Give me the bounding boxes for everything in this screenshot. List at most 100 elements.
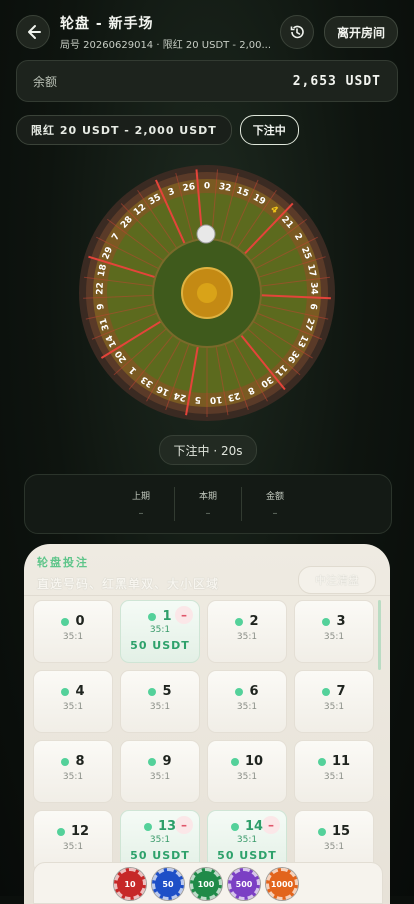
cell-number-row: 9 xyxy=(121,754,199,769)
bet-cell-11[interactable]: 11 35:1 xyxy=(294,740,374,803)
bet-cell-3[interactable]: 3 35:1 xyxy=(294,600,374,663)
history-button[interactable] xyxy=(279,15,314,49)
cell-bet-amount: 50 USDT xyxy=(217,849,277,862)
limit-row: 限红 20 USDT - 2,000 USDT 下注中 xyxy=(16,115,299,145)
cell-number: 0 xyxy=(75,614,85,629)
page-title: 轮盘 - 新手场 xyxy=(60,16,154,32)
cell-number: 8 xyxy=(75,754,85,769)
bet-cell-8[interactable]: 8 35:1 xyxy=(33,740,113,803)
cell-number: 6 xyxy=(249,684,259,699)
scrollbar[interactable] xyxy=(378,600,381,670)
cell-bet-amount: 50 USDT xyxy=(130,849,190,862)
cell-number: 4 xyxy=(75,684,85,699)
cell-dot-icon xyxy=(148,757,157,766)
stat-value: – xyxy=(205,508,211,519)
cell-dot-icon xyxy=(230,822,239,831)
balance-bar: 余额 2,653 USDT xyxy=(16,60,398,102)
cell-number: 2 xyxy=(249,614,259,629)
cell-odds: 35:1 xyxy=(62,842,84,852)
countdown-pill: 下注中 · 20s xyxy=(159,435,257,465)
cell-dot-icon xyxy=(61,617,70,626)
chip-10[interactable]: 10 xyxy=(114,868,146,900)
balance-label: 余额 xyxy=(33,74,58,89)
cell-number-row: 7 xyxy=(295,684,373,699)
bet-cell-0[interactable]: 0 35:1 xyxy=(33,600,113,663)
cell-number-row: 4 xyxy=(34,684,112,699)
bet-limit-badge: 限红 20 USDT - 2,000 USDT xyxy=(16,115,232,145)
cell-dot-icon xyxy=(317,827,326,836)
bet-panel-title: 轮盘投注 xyxy=(37,556,89,569)
roulette-ball xyxy=(196,224,216,244)
cell-number-row: 15 xyxy=(295,824,373,839)
bet-cell-7[interactable]: 7 35:1 xyxy=(294,670,374,733)
bet-panel-subtitle: 直选号码、红黑单双、大小区域 xyxy=(37,577,220,591)
cell-odds: 35:1 xyxy=(149,702,171,712)
cell-dot-icon xyxy=(235,617,244,626)
cell-dot-icon xyxy=(61,757,70,766)
wheel-number: 34 xyxy=(308,282,319,295)
wheel-number: 9 xyxy=(96,303,107,310)
cell-dot-icon xyxy=(230,757,239,766)
leave-room-button[interactable]: 离开房间 xyxy=(323,16,398,48)
cell-odds: 35:1 xyxy=(323,772,345,782)
cell-number-row: 11 xyxy=(295,754,373,769)
remove-bet-button[interactable]: – xyxy=(262,816,280,834)
bet-cell-9[interactable]: 9 35:1 xyxy=(120,740,200,803)
cell-odds: 35:1 xyxy=(62,772,84,782)
cell-number: 13 xyxy=(157,819,177,834)
wheel-number: 26 xyxy=(182,182,196,194)
stat-previous: 上期 – xyxy=(108,489,174,519)
cell-number: 5 xyxy=(162,684,172,699)
round-info: 局号 20260629014 · 限红 20 USDT - 2,00... xyxy=(60,40,272,51)
cell-number-row: 5 xyxy=(121,684,199,699)
bet-cell-2[interactable]: 2 35:1 xyxy=(207,600,287,663)
cell-dot-icon xyxy=(148,687,157,696)
title-block: 轮盘 - 新手场 局号 20260629014 · 限红 20 USDT - 2… xyxy=(60,13,280,51)
remove-bet-button[interactable]: – xyxy=(175,606,193,624)
cell-number: 12 xyxy=(70,824,90,839)
stat-value: – xyxy=(272,508,278,519)
cell-dot-icon xyxy=(322,617,331,626)
cell-dot-icon xyxy=(56,827,65,836)
stat-label: 本期 xyxy=(198,492,217,502)
cell-odds: 35:1 xyxy=(236,772,258,782)
cell-number-row: 3 xyxy=(295,614,373,629)
chip-500[interactable]: 500 xyxy=(228,868,260,900)
chip-selector: 10 50 100 500 1000 xyxy=(114,868,304,900)
history-icon xyxy=(290,25,304,39)
cell-bet-amount: 50 USDT xyxy=(130,639,190,652)
wheel-number: 10 xyxy=(209,394,222,405)
header: 轮盘 - 新手场 局号 20260629014 · 限红 20 USDT - 2… xyxy=(16,12,398,52)
bet-cell-6[interactable]: 6 35:1 xyxy=(207,670,287,733)
clear-bets-button[interactable]: 中注清盘 xyxy=(298,566,376,594)
betting-status-button[interactable]: 下注中 xyxy=(239,115,299,145)
back-button[interactable] xyxy=(16,15,50,49)
cell-number-row: 10 xyxy=(208,754,286,769)
cell-number-row: 2 xyxy=(208,614,286,629)
cell-dot-icon xyxy=(317,757,326,766)
stat-current: 本期 – xyxy=(175,489,241,519)
divider xyxy=(24,595,390,596)
wheel-number: 5 xyxy=(194,394,201,404)
wheel-number: 6 xyxy=(307,303,318,310)
cell-odds: 35:1 xyxy=(62,632,84,642)
number-grid: 0 35:1 1 35:1 50 USDT –2 35:1 3 35:1 4 35:1 5 35:1 6 3… xyxy=(33,600,379,873)
bet-cell-10[interactable]: 10 35:1 xyxy=(207,740,287,803)
wheel-center-knob xyxy=(197,283,217,303)
round-stats: 上期 – 本期 – 金额 – xyxy=(24,474,392,534)
wheel-number: 22 xyxy=(95,282,106,295)
cell-dot-icon xyxy=(61,687,70,696)
remove-bet-button[interactable]: – xyxy=(175,816,193,834)
cell-dot-icon xyxy=(235,687,244,696)
cell-number-row: 6 xyxy=(208,684,286,699)
balance-value: 2,653 USDT xyxy=(292,73,381,89)
bet-cell-5[interactable]: 5 35:1 xyxy=(120,670,200,733)
cell-number: 1 xyxy=(162,609,172,624)
chip-1000[interactable]: 1000 xyxy=(266,868,298,900)
cell-odds: 35:1 xyxy=(236,835,258,845)
chip-50[interactable]: 50 xyxy=(152,868,184,900)
chip-100[interactable]: 100 xyxy=(190,868,222,900)
bet-cell-4[interactable]: 4 35:1 xyxy=(33,670,113,733)
stat-amount: 金额 – xyxy=(242,489,308,519)
bet-cell-1[interactable]: 1 35:1 50 USDT – xyxy=(120,600,200,663)
